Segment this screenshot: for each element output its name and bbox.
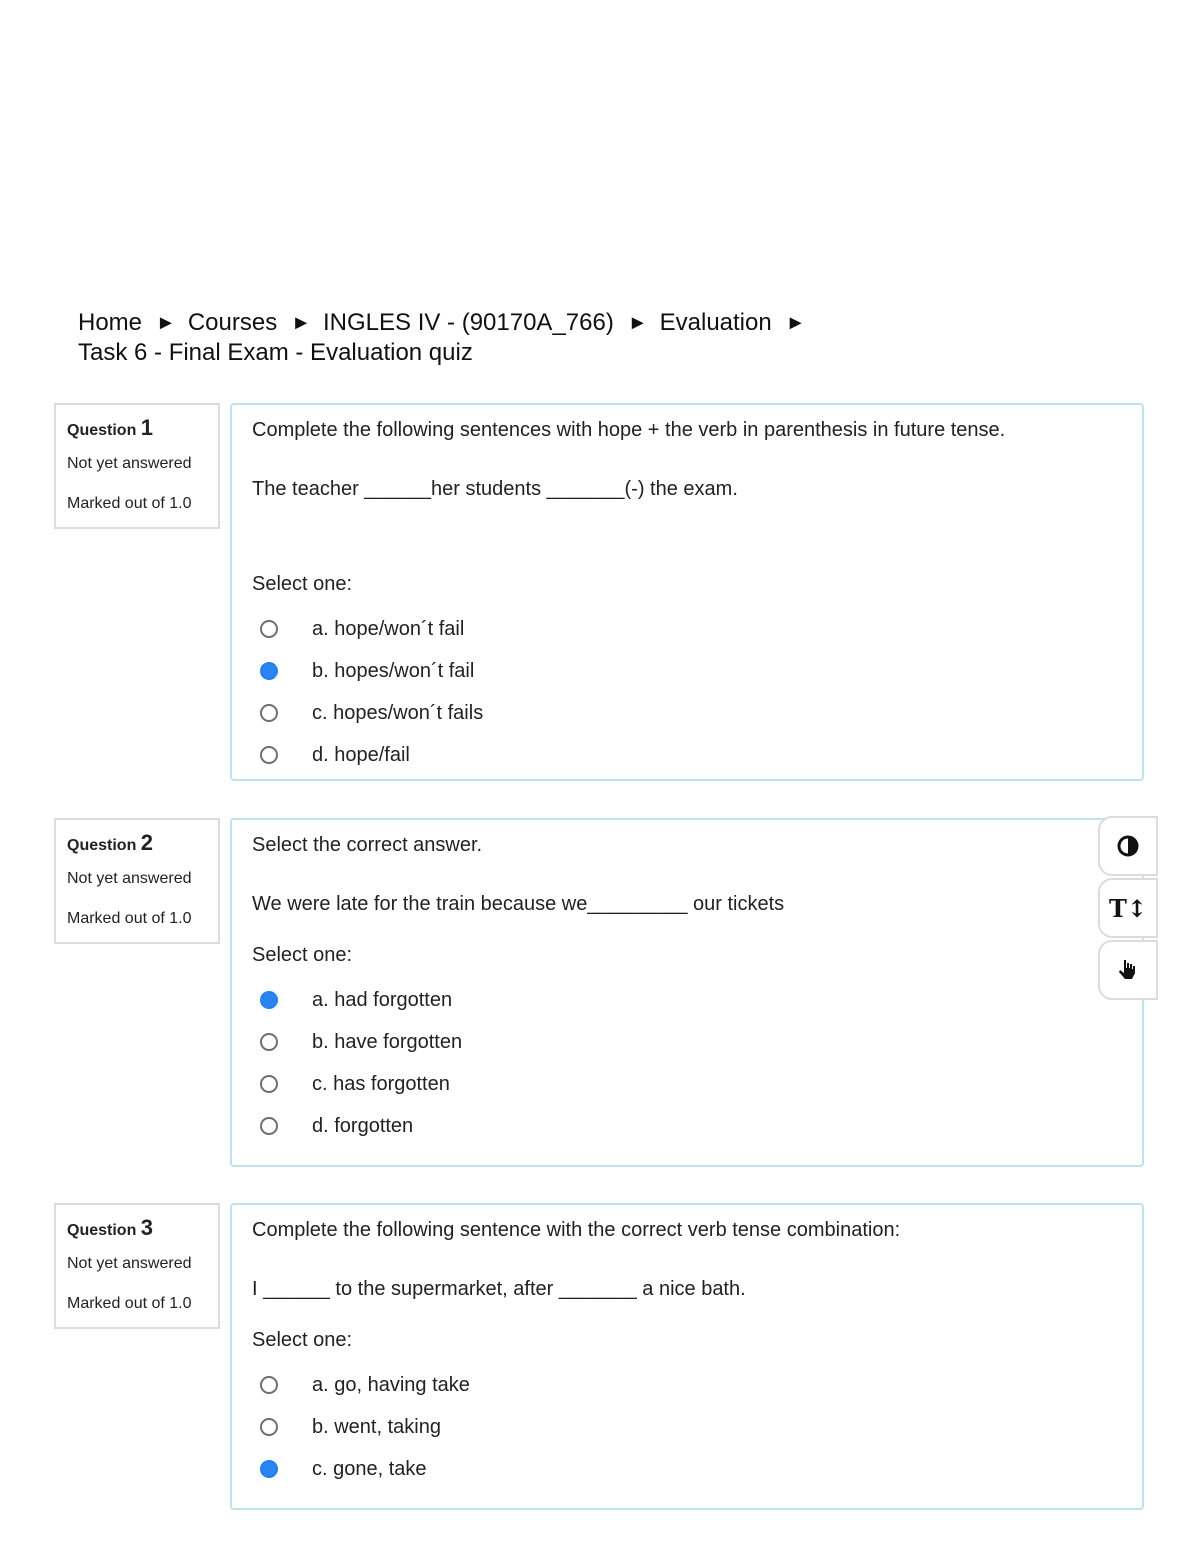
answer-option[interactable]: c. gone, take (252, 1448, 1122, 1490)
breadcrumb-line: Home ► Courses ► INGLES IV - (90170A_766… (78, 308, 818, 338)
answer-label[interactable]: d. hope/fail (312, 744, 410, 767)
breadcrumb: Home ► Courses ► INGLES IV - (90170A_766… (78, 308, 818, 368)
radio-button[interactable] (260, 1376, 278, 1394)
question-number-value: 3 (140, 1215, 154, 1240)
answer-label[interactable]: c. gone, take (312, 1458, 427, 1481)
question-number: Question 1 (67, 415, 218, 441)
answer-label[interactable]: d. forgotten (312, 1115, 413, 1138)
question-info: Question 3 Not yet answered Marked out o… (54, 1203, 220, 1329)
question-info: Question 1 Not yet answered Marked out o… (54, 403, 220, 529)
answer-option[interactable]: b. have forgotten (252, 1021, 1122, 1063)
question-label: Question (67, 837, 137, 854)
answer-label[interactable]: a. hope/won´t fail (312, 618, 464, 641)
question-content: Complete the following sentences with ho… (230, 403, 1144, 781)
answer-label[interactable]: b. have forgotten (312, 1031, 462, 1054)
question-text: Select the correct answer. (252, 834, 483, 856)
answer-option[interactable]: d. forgotten (252, 1105, 1122, 1147)
breadcrumb-current: Task 6 - Final Exam - Evaluation quiz (78, 339, 473, 366)
select-one-label: Select one: (252, 944, 353, 966)
answer-option[interactable]: a. go, having take (252, 1364, 1122, 1406)
breadcrumb-courses[interactable]: Courses (188, 308, 277, 338)
question-state: Not yet answered (67, 455, 192, 472)
radio-button[interactable] (260, 746, 278, 764)
question-number: Question 2 (67, 830, 218, 856)
answer-option[interactable]: b. hopes/won´t fail (252, 650, 1122, 692)
question-text: Complete the following sentence with the… (252, 1219, 901, 1241)
answer-option[interactable]: a. had forgotten (252, 979, 1122, 1021)
select-one-label: Select one: (252, 1329, 353, 1351)
select-one-label: Select one: (252, 573, 353, 595)
breadcrumb-separator-icon: ► (291, 312, 311, 334)
breadcrumb-separator-icon: ► (785, 312, 806, 334)
answer-option[interactable]: a. hope/won´t fail (252, 608, 1122, 650)
breadcrumb-home[interactable]: Home (78, 308, 142, 338)
question-state: Not yet answered (67, 1255, 192, 1272)
radio-button-checked[interactable] (260, 991, 278, 1009)
question-number-value: 1 (140, 415, 154, 440)
radio-button[interactable] (260, 620, 278, 638)
radio-button[interactable] (260, 1033, 278, 1051)
question-number-value: 2 (140, 830, 154, 855)
question-marks: Marked out of 1.0 (67, 1295, 192, 1312)
question-number: Question 3 (67, 1215, 218, 1241)
radio-button[interactable] (260, 1418, 278, 1436)
hand-pointer-icon (1119, 960, 1135, 979)
question-label: Question (67, 1222, 137, 1239)
answer-label[interactable]: c. has forgotten (312, 1073, 450, 1096)
question-marks: Marked out of 1.0 (67, 910, 192, 927)
answer-option[interactable]: d. hope/fail (252, 734, 1122, 776)
radio-button[interactable] (260, 1117, 278, 1135)
radio-button[interactable] (260, 1075, 278, 1093)
question-prompt: I ______ to the supermarket, after _____… (252, 1278, 746, 1300)
answer-label[interactable]: a. go, having take (312, 1374, 470, 1397)
answer-option[interactable]: c. hopes/won´t fails (252, 692, 1122, 734)
answer-label[interactable]: c. hopes/won´t fails (312, 702, 483, 725)
text-size-button[interactable]: T↕ (1098, 878, 1158, 938)
breadcrumb-current-line: Task 6 - Final Exam - Evaluation quiz (78, 338, 818, 368)
question-content: Complete the following sentence with the… (230, 1203, 1144, 1510)
breadcrumb-separator-icon: ► (156, 312, 176, 334)
text-size-icon: T↕ (1109, 893, 1147, 923)
radio-button[interactable] (260, 704, 278, 722)
answer-option[interactable]: b. went, taking (252, 1406, 1122, 1448)
breadcrumb-course[interactable]: INGLES IV - (90170A_766) (323, 308, 614, 338)
hand-pointer-button[interactable] (1098, 940, 1158, 1000)
contrast-icon (1117, 835, 1139, 857)
answer-label[interactable]: b. hopes/won´t fail (312, 660, 474, 683)
answer-label[interactable]: a. had forgotten (312, 989, 452, 1012)
radio-button-checked[interactable] (260, 1460, 278, 1478)
breadcrumb-evaluation[interactable]: Evaluation (660, 308, 772, 338)
radio-button-checked[interactable] (260, 662, 278, 680)
question-text: Complete the following sentences with ho… (252, 419, 1006, 441)
answer-label[interactable]: b. went, taking (312, 1416, 441, 1439)
question-marks: Marked out of 1.0 (67, 495, 192, 512)
question-label: Question (67, 422, 137, 439)
question-info: Question 2 Not yet answered Marked out o… (54, 818, 220, 944)
question-state: Not yet answered (67, 870, 192, 887)
contrast-button[interactable] (1098, 816, 1158, 876)
question-prompt: We were late for the train because we___… (252, 893, 785, 915)
question-content: Select the correct answer. We were late … (230, 818, 1144, 1167)
answer-option[interactable]: c. has forgotten (252, 1063, 1122, 1105)
question-prompt: The teacher ______her students _______(-… (252, 478, 738, 500)
accessibility-toolbar: T↕ (1098, 816, 1160, 1002)
breadcrumb-separator-icon: ► (627, 312, 648, 334)
